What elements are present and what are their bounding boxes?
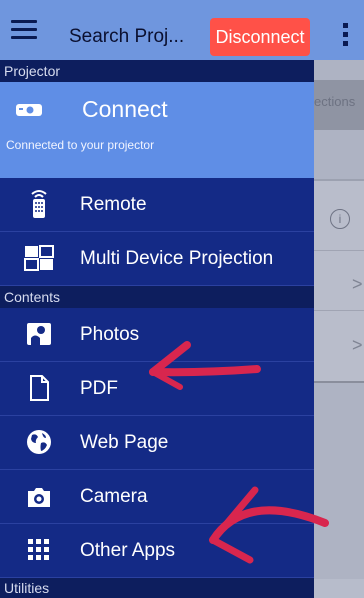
chevron-right-icon[interactable]: > xyxy=(352,274,363,295)
section-header-projector: Projector xyxy=(0,60,314,82)
camera-label: Camera xyxy=(80,486,148,507)
projector-icon xyxy=(16,104,42,116)
photo-icon xyxy=(27,323,51,345)
camera-icon xyxy=(28,488,50,507)
annotation-arrow-other-apps xyxy=(209,486,329,564)
section-header-contents: Contents xyxy=(0,286,314,308)
connect-label: Connect xyxy=(82,96,168,122)
background-divider xyxy=(314,250,364,251)
drawer-item-web-page[interactable]: Web Page xyxy=(0,416,314,470)
multi-device-label: Multi Device Projection xyxy=(80,248,274,269)
drawer-item-remote[interactable]: Remote xyxy=(0,178,314,232)
annotation-arrow-pdf xyxy=(149,341,261,390)
photos-label: Photos xyxy=(80,324,140,345)
apps-grid-icon xyxy=(28,539,49,560)
remote-icon xyxy=(31,190,47,218)
chevron-right-icon[interactable]: > xyxy=(352,335,363,356)
app-bar: Search Proj... Disconnect xyxy=(0,0,364,60)
pdf-label: PDF xyxy=(80,378,118,399)
disconnect-button[interactable]: Disconnect xyxy=(210,18,310,56)
drawer-item-multi-device[interactable]: Multi Device Projection xyxy=(0,232,314,286)
section-header-utilities: Utilities xyxy=(0,578,314,598)
globe-icon xyxy=(27,430,51,454)
background-partial-text: ections xyxy=(314,94,356,109)
drawer-item-connect[interactable]: Connect Connected to your projector xyxy=(0,82,314,178)
hamburger-menu-icon[interactable] xyxy=(11,20,37,40)
connect-status: Connected to your projector xyxy=(6,138,155,152)
info-icon[interactable]: i xyxy=(330,209,350,229)
more-vert-icon[interactable] xyxy=(343,23,349,47)
search-title[interactable]: Search Proj... xyxy=(69,26,184,48)
multi-device-icon xyxy=(24,245,54,271)
web-page-label: Web Page xyxy=(80,432,169,453)
remote-label: Remote xyxy=(80,194,147,215)
other-apps-label: Other Apps xyxy=(80,540,176,561)
background-divider xyxy=(314,310,364,311)
document-icon xyxy=(30,375,49,401)
